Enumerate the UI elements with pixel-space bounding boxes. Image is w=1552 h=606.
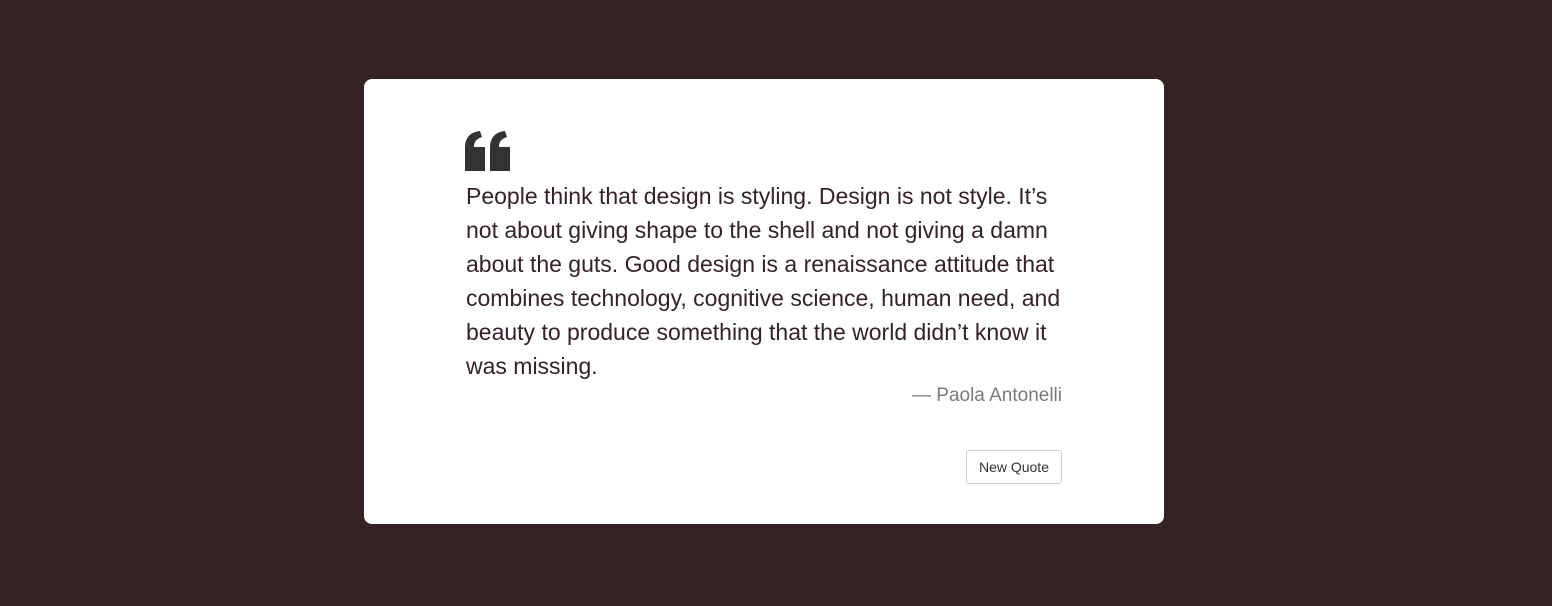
quote-text: People think that design is styling. Des… xyxy=(466,183,1061,379)
new-quote-button[interactable]: New Quote xyxy=(965,450,1062,484)
quote-card: People think that design is styling. Des… xyxy=(364,79,1164,524)
page-background: { "quote": { "text": "People think that … xyxy=(0,0,1552,606)
quote-author: — Paola Antonelli xyxy=(912,385,1062,406)
quote-left-icon xyxy=(465,131,510,171)
